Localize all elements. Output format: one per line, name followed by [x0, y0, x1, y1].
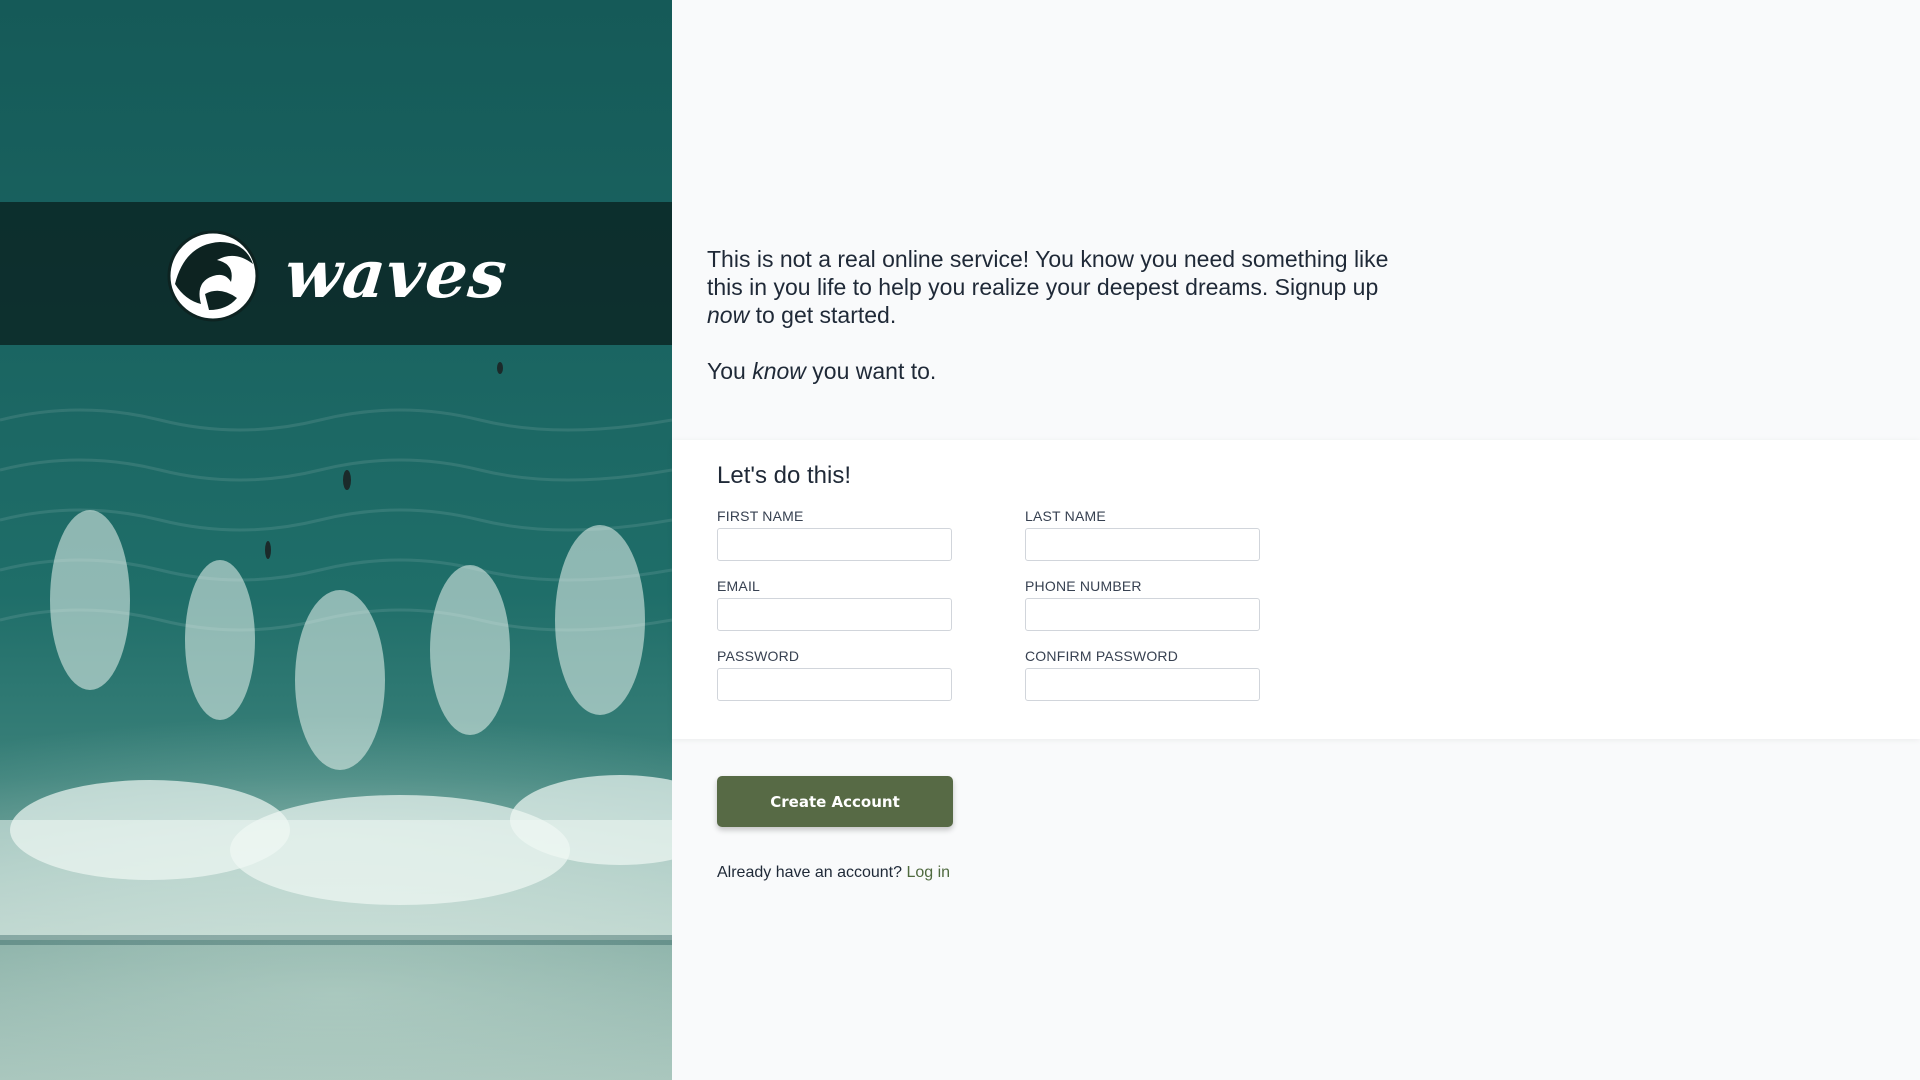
login-prompt-text: Already have an account? — [717, 864, 903, 881]
login-link[interactable]: Log in — [906, 864, 950, 881]
form-title: Let's do this! — [717, 462, 851, 489]
last-name-field: LAST NAME — [1025, 508, 1260, 561]
great-wave-icon — [167, 230, 259, 321]
intro-text: This is not a real online service! You k… — [707, 245, 1407, 413]
password-input[interactable] — [717, 668, 952, 701]
email-input[interactable] — [717, 598, 952, 631]
email-label: EMAIL — [717, 578, 761, 594]
password-field: PASSWORD — [717, 648, 952, 701]
first-name-label: FIRST NAME — [717, 508, 804, 524]
email-field: EMAIL — [717, 578, 952, 631]
phone-number-label: PHONE NUMBER — [1025, 578, 1142, 594]
brand-wordmark: waves — [280, 234, 512, 313]
hero-image-panel: waves — [0, 0, 672, 1080]
password-label: PASSWORD — [717, 648, 800, 664]
first-name-input[interactable] — [717, 528, 952, 561]
ocean-texture — [0, 362, 672, 945]
brand-banner: waves — [0, 202, 672, 345]
last-name-label: LAST NAME — [1025, 508, 1106, 524]
login-prompt: Already have an account? Log in — [717, 864, 950, 882]
last-name-input[interactable] — [1025, 528, 1260, 561]
phone-number-field: PHONE NUMBER — [1025, 578, 1260, 631]
intro-paragraph-2: You know you want to. — [707, 358, 937, 384]
signup-form-card: Let's do this! FIRST NAME LAST NAME EMAI… — [672, 440, 1920, 739]
create-account-button[interactable]: Create Account — [717, 776, 953, 827]
first-name-field: FIRST NAME — [717, 508, 952, 561]
confirm-password-field: CONFIRM PASSWORD — [1025, 648, 1260, 701]
confirm-password-label: CONFIRM PASSWORD — [1025, 648, 1179, 664]
confirm-password-input[interactable] — [1025, 668, 1260, 701]
intro-paragraph-1: This is not a real online service! You k… — [707, 246, 1389, 328]
phone-number-input[interactable] — [1025, 598, 1260, 631]
